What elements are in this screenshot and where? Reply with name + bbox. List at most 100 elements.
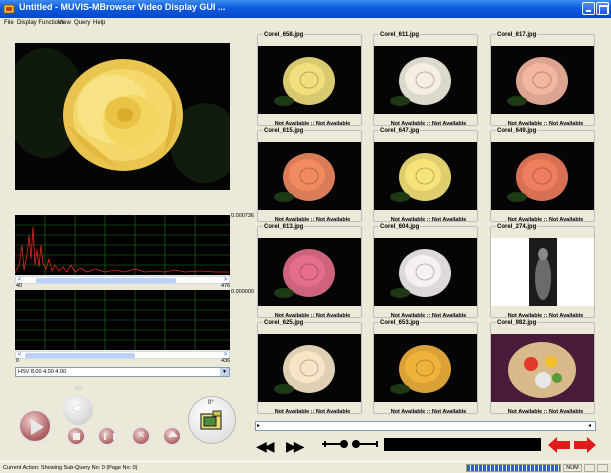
feature-select-value: HSV 8.00 4.00 4.00: [18, 369, 67, 375]
thumbnail-image[interactable]: [258, 238, 361, 306]
slider-right-arrow-icon[interactable]: ◂: [588, 423, 594, 429]
volume-degree-label: 99°: [75, 386, 83, 392]
previous-page-icon[interactable]: ◀◀: [256, 438, 274, 455]
thumbnail-filename: Corel_274.jpg: [496, 224, 538, 230]
thumbnail-score: Not Available :: Not Available: [274, 409, 351, 415]
thumbnail-cell[interactable]: Corel_647.jpgNot Available :: Not Availa…: [373, 128, 478, 223]
thumbnail-image[interactable]: [491, 238, 594, 306]
thumbnail-cell[interactable]: Corel_658.jpgNot Available :: Not Availa…: [257, 32, 362, 127]
thumbnail-filename: Corel_613.jpg: [263, 224, 305, 230]
maximize-button[interactable]: [596, 2, 609, 15]
thumbnail-cell[interactable]: Corel_274.jpgNot Available :: Not Availa…: [490, 224, 595, 319]
thumbnail-filename: Corel_604.jpg: [379, 224, 421, 230]
menu-view[interactable]: View: [58, 20, 71, 26]
play-button[interactable]: [18, 409, 52, 443]
capture-degree-label: 0°: [208, 400, 214, 406]
thumbnail-score: Not Available :: Not Available: [507, 313, 584, 319]
thumbnail-cell[interactable]: Corel_613.jpgNot Available :: Not Availa…: [257, 224, 362, 319]
thumbnail-filename: Corel_615.jpg: [263, 128, 305, 134]
scroll-max-label: 436: [221, 358, 231, 364]
thumbnail-image[interactable]: [374, 334, 477, 402]
thumbnail-image[interactable]: [374, 238, 477, 306]
stop-button[interactable]: [66, 426, 86, 446]
query-image: [15, 43, 230, 190]
thumbnail-image[interactable]: [491, 142, 594, 210]
app-icon: [3, 4, 15, 14]
status-bar: Current Action: Showing Sub-Query No: 0 …: [0, 461, 611, 473]
histogram-bottom-value: 0.000000: [231, 289, 254, 295]
thumbnail-score: Not Available :: Not Available: [507, 121, 584, 127]
thumbnail-cell[interactable]: Corel_615.jpgNot Available :: Not Availa…: [257, 128, 362, 223]
thumbnail-score: Not Available :: Not Available: [274, 217, 351, 223]
key-left-icon[interactable]: [322, 440, 350, 448]
thumbnail-image[interactable]: [258, 334, 361, 402]
scroll-min-label: 0: [16, 358, 20, 364]
thumbnail-cell[interactable]: Corel_625.jpgNot Available :: Not Availa…: [257, 320, 362, 415]
thumbnail-score: Not Available :: Not Available: [390, 217, 467, 223]
thumbnail-filename: Corel_649.jpg: [496, 128, 538, 134]
thumbnail-filename: Corel_647.jpg: [379, 128, 421, 134]
thumbnail-image[interactable]: [374, 142, 477, 210]
feature-select[interactable]: HSV 8.00 4.00 4.00 ▼: [15, 367, 230, 377]
dropdown-arrow-icon[interactable]: ▼: [220, 368, 229, 376]
status-cell: [584, 464, 595, 472]
thumbnail-cell[interactable]: Corel_611.jpgNot Available :: Not Availa…: [373, 32, 478, 127]
scroll-max-label: 476: [221, 283, 231, 289]
menu-query[interactable]: Query: [74, 20, 90, 26]
position-slider[interactable]: ▸ ◂: [255, 421, 596, 431]
close-query-button[interactable]: [131, 426, 151, 446]
thumbnail-score: Not Available :: Not Available: [507, 217, 584, 223]
histogram-chart-secondary: [15, 290, 230, 350]
pause-button[interactable]: [97, 426, 117, 446]
speaker-icon: ◀: [72, 403, 80, 414]
scroll-thumb[interactable]: [36, 278, 176, 283]
status-cell: [597, 464, 608, 472]
thumbnail-image[interactable]: [258, 142, 361, 210]
thumbnail-filename: Corel_982.jpg: [496, 320, 538, 326]
slider-left-arrow-icon[interactable]: ▸: [257, 423, 263, 429]
thumbnail-score: Not Available :: Not Available: [274, 121, 351, 127]
thumbnail-filename: Corel_625.jpg: [263, 320, 305, 326]
histogram-scrollbar-secondary[interactable]: < >: [15, 351, 230, 359]
thumbnail-image[interactable]: [374, 46, 477, 114]
histogram-chart: [15, 215, 230, 275]
red-right-arrow-icon[interactable]: [574, 437, 596, 453]
scroll-thumb[interactable]: [25, 353, 135, 358]
thumbnail-image[interactable]: [491, 46, 594, 114]
thumbnail-image[interactable]: [491, 334, 594, 402]
menu-help[interactable]: Help: [93, 20, 105, 26]
thumbnail-score: Not Available :: Not Available: [274, 313, 351, 319]
window-title: Untitled - MUVIS-MBrowser Video Display …: [19, 2, 226, 12]
histogram-top-value: 0.000736: [231, 213, 254, 219]
menu-file[interactable]: File: [4, 20, 14, 26]
thumbnail-score: Not Available :: Not Available: [507, 409, 584, 415]
minimize-button[interactable]: [582, 2, 595, 15]
thumbnail-filename: Corel_653.jpg: [379, 320, 421, 326]
thumbnail-cell[interactable]: Corel_604.jpgNot Available :: Not Availa…: [373, 224, 478, 319]
thumbnail-cell[interactable]: Corel_649.jpgNot Available :: Not Availa…: [490, 128, 595, 223]
thumbnail-score: Not Available :: Not Available: [390, 313, 467, 319]
menu-bar: File Display Functions View Query Help: [0, 18, 611, 30]
thumbnail-filename: Corel_658.jpg: [263, 32, 305, 38]
thumbnail-cell[interactable]: Corel_653.jpgNot Available :: Not Availa…: [373, 320, 478, 415]
histogram-scrollbar[interactable]: < >: [15, 276, 230, 284]
thumbnail-filename: Corel_611.jpg: [379, 32, 421, 38]
scroll-min-label: 40: [16, 283, 23, 289]
thumbnail-cell[interactable]: Corel_617.jpgNot Available :: Not Availa…: [490, 32, 595, 127]
num-lock-indicator: NUM: [563, 464, 582, 472]
key-right-icon[interactable]: [352, 440, 380, 448]
red-left-arrow-icon[interactable]: [548, 437, 570, 453]
next-page-icon[interactable]: ▶▶: [286, 438, 304, 455]
thumbnail-score: Not Available :: Not Available: [390, 409, 467, 415]
camera-icon: [200, 410, 222, 430]
title-bar: Untitled - MUVIS-MBrowser Video Display …: [0, 0, 611, 18]
volume-button[interactable]: 99° ◀: [63, 386, 93, 425]
status-progress: [466, 464, 561, 472]
capture-button[interactable]: 0°: [188, 396, 236, 444]
thumbnail-image[interactable]: [258, 46, 361, 114]
status-text: Current Action: Showing Sub-Query No: 0 …: [3, 465, 138, 471]
thumbnail-score: Not Available :: Not Available: [390, 121, 467, 127]
eject-button[interactable]: [162, 426, 182, 446]
thumbnail-filename: Corel_617.jpg: [496, 32, 538, 38]
thumbnail-cell[interactable]: Corel_982.jpgNot Available :: Not Availa…: [490, 320, 595, 415]
